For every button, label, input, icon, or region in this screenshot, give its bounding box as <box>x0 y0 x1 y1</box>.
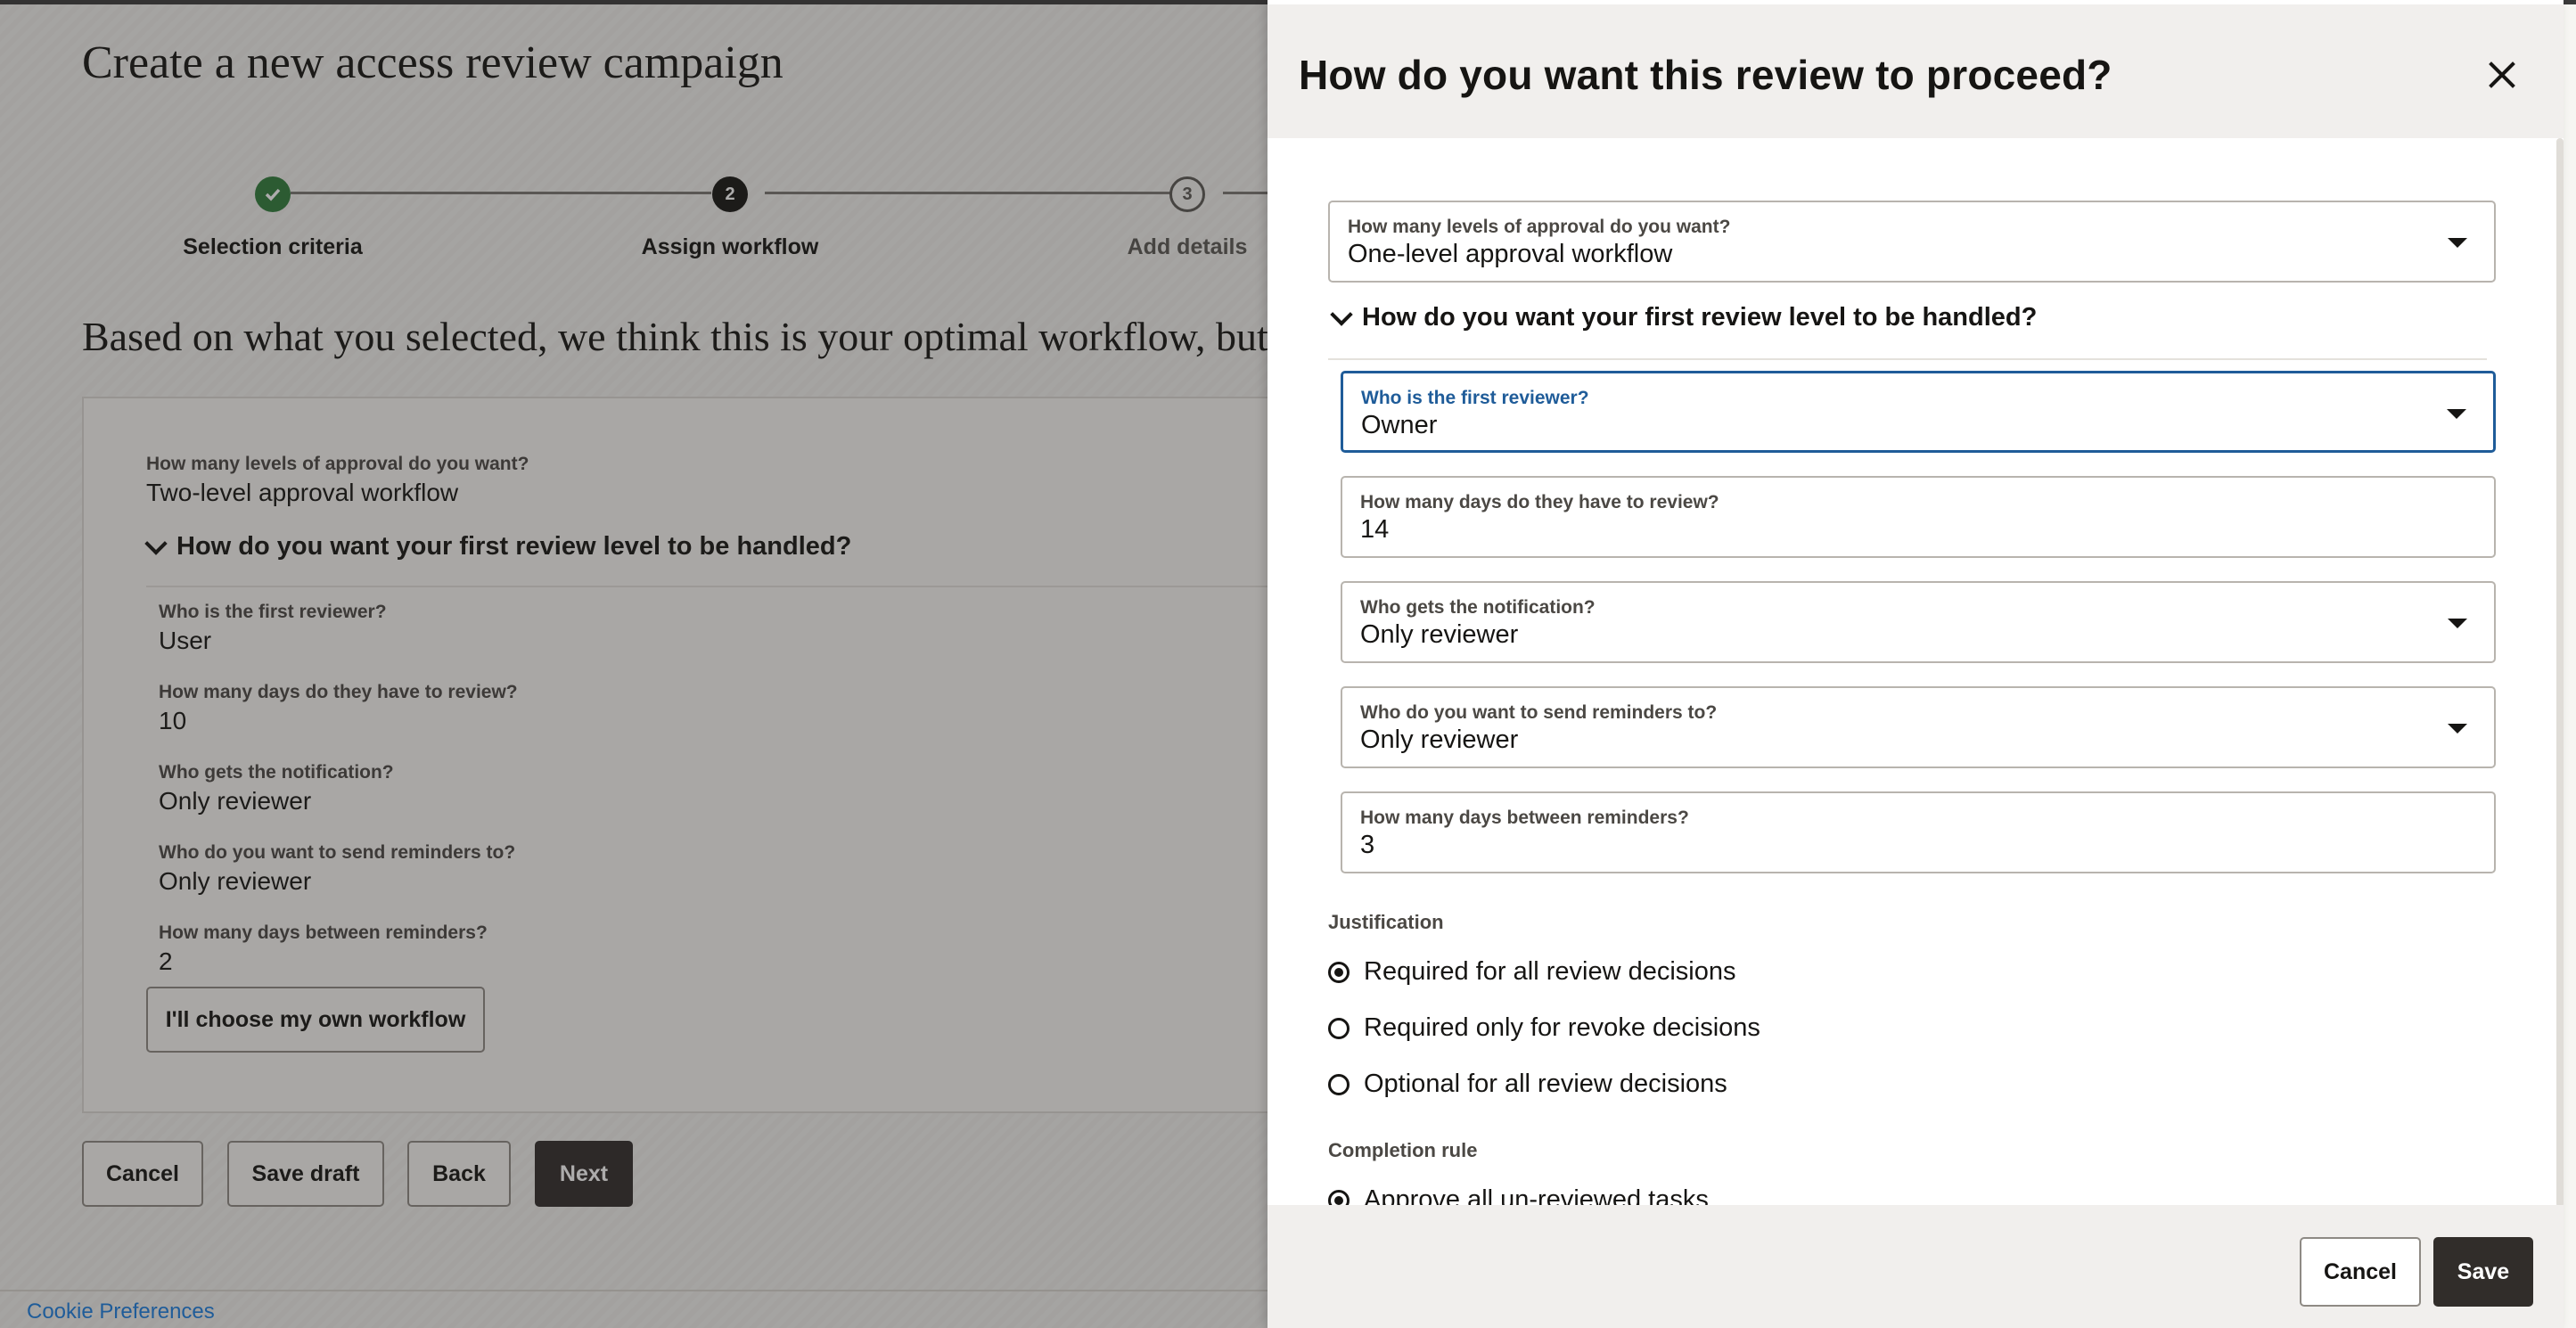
section-divider <box>1328 358 2487 360</box>
field-label: Who gets the notification? <box>1360 597 1596 618</box>
drawer-header: How do you want this review to proceed? <box>1267 4 2564 138</box>
field-value: Owner <box>1361 411 1438 439</box>
approval-levels-select[interactable]: How many levels of approval do you want?… <box>1328 201 2496 283</box>
field-label: Who is the first reviewer? <box>1361 388 1589 408</box>
justification-label: Justification <box>1328 911 1444 933</box>
radio-label: Optional for all review decisions <box>1364 1070 1727 1098</box>
caret-down-icon <box>2448 619 2467 628</box>
field-label: How many days between reminders? <box>1360 807 1689 828</box>
caret-down-icon <box>2448 724 2467 734</box>
field-value: 3 <box>1360 831 1375 859</box>
field-value: 14 <box>1360 515 1390 544</box>
field-label: Who do you want to send reminders to? <box>1360 702 1718 723</box>
caret-down-icon <box>2447 409 2466 419</box>
radio-unselected-icon <box>1328 1073 1350 1095</box>
drawer-cancel-button[interactable]: Cancel <box>2300 1237 2421 1307</box>
review-days-input[interactable]: How many days do they have to review? 14 <box>1341 476 2496 558</box>
field-value: Only reviewer <box>1360 725 1519 754</box>
radio-selected-icon <box>1328 961 1350 983</box>
field-value: Only reviewer <box>1360 620 1519 649</box>
field-label: How many levels of approval do you want? <box>1348 217 1731 237</box>
reminders-select[interactable]: Who do you want to send reminders to? On… <box>1341 686 2496 768</box>
first-level-section-toggle[interactable]: How do you want your first review level … <box>1330 302 2038 332</box>
radio-unselected-icon <box>1328 1017 1350 1039</box>
close-icon[interactable] <box>2487 60 2517 90</box>
drawer-save-button[interactable]: Save <box>2433 1237 2533 1307</box>
chevron-down-icon <box>1330 302 1353 326</box>
drawer-footer: Cancel Save <box>1267 1205 2564 1328</box>
workflow-drawer: How do you want this review to proceed? … <box>1267 0 2564 1328</box>
section-title: How do you want your first review level … <box>1362 303 2038 332</box>
modal-overlay[interactable] <box>0 0 1267 1328</box>
notification-select[interactable]: Who gets the notification? Only reviewer <box>1341 581 2496 663</box>
cookie-preferences-link[interactable]: Cookie Preferences <box>27 1299 215 1324</box>
field-label: How many days do they have to review? <box>1360 492 1719 512</box>
completion-rule-label: Completion rule <box>1328 1139 1478 1161</box>
drawer-title: How do you want this review to proceed? <box>1299 52 2112 98</box>
radio-label: Required only for revoke decisions <box>1364 1013 1760 1042</box>
reminder-interval-input[interactable]: How many days between reminders? 3 <box>1341 791 2496 873</box>
justification-option-revoke[interactable]: Required only for revoke decisions <box>1328 1013 1760 1043</box>
caret-down-icon <box>2448 238 2467 248</box>
justification-option-all[interactable]: Required for all review decisions <box>1328 957 1735 987</box>
first-reviewer-select[interactable]: Who is the first reviewer? Owner <box>1341 371 2496 453</box>
justification-option-optional[interactable]: Optional for all review decisions <box>1328 1070 1727 1099</box>
drawer-scrollbar[interactable] <box>2556 138 2564 1208</box>
radio-label: Required for all review decisions <box>1364 957 1736 986</box>
field-value: One-level approval workflow <box>1348 240 1673 268</box>
